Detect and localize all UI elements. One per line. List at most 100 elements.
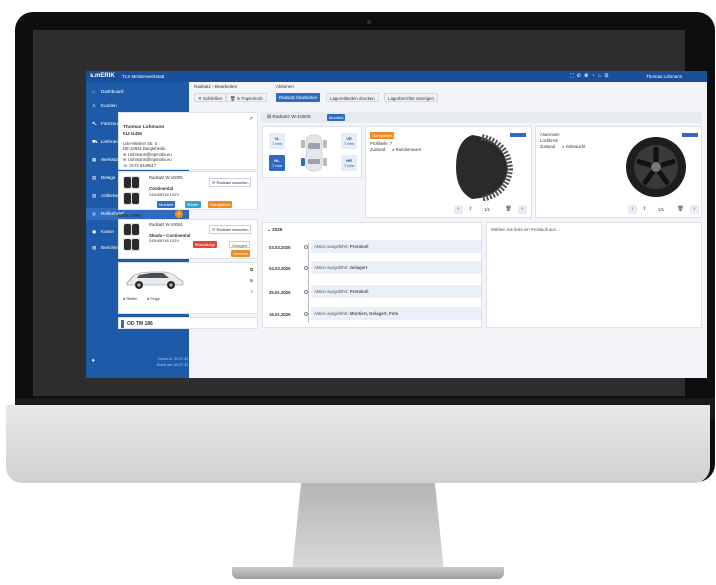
sidebar-item-dashboard[interactable]: ⌂ Dashboard — [86, 86, 189, 98]
toggle-icon[interactable]: ⏺ — [92, 358, 95, 364]
car-topview-icon — [301, 134, 327, 172]
tire-photo — [442, 131, 528, 201]
next-arrow-icon[interactable]: › — [518, 205, 527, 214]
list-icon[interactable]: ≡ — [251, 289, 253, 294]
prev-arrow-icon[interactable]: ‹ — [628, 205, 637, 214]
actions-title: Aktionen — [276, 84, 294, 89]
timeline-row[interactable]: 04.03.2025 Aktion ausgeführt: Gelagert — [267, 260, 487, 278]
tire-state-label: Zustand — [370, 147, 386, 152]
set-size: 245/45R18 102V — [149, 192, 180, 197]
email-row[interactable]: ✉ t.lohmann@topmotiv.eu — [123, 157, 172, 162]
change-set-button[interactable]: ⟳ Radsatz tauschen — [209, 225, 252, 234]
customer-card: ↗ Thomas Lohmann KU-11455 Lise-Meitner S… — [118, 112, 258, 170]
protocol-timeline: ⌄ 2025 03.03.2025 Aktion ausgeführt: Pro… — [262, 222, 482, 328]
tag-stored: Gelagert — [229, 241, 251, 248]
tag-all-season: Ganzjahres — [370, 132, 395, 139]
timeline-entry: Aktion ausgeführt: Montiert, Gelagert, F… — [311, 307, 481, 320]
image-pager: 1/1 — [658, 207, 665, 212]
calendar-icon: ▦ — [92, 157, 97, 162]
rim-state-label: Zustand — [540, 144, 556, 149]
tag-summer: Sommer — [231, 250, 251, 257]
timeline-row[interactable]: 16.01.2025 Aktion ausgeführt: Montiert, … — [267, 306, 487, 324]
prev-arrow-icon[interactable]: ‹ — [454, 205, 463, 214]
position-hr[interactable]: HR 7 mm — [341, 155, 357, 171]
set-brand: Continental — [149, 186, 174, 191]
monitor-foot — [232, 567, 504, 579]
sidebar-item-kunden[interactable]: ♙ Kunden — [86, 100, 189, 112]
timeline-year[interactable]: ⌄ 2025 — [267, 227, 282, 233]
tenant-selector[interactable]: TLS Meisterwerkstatt — [122, 74, 164, 79]
storage-reports-button[interactable]: Lagerberichte anzeigen — [384, 93, 438, 102]
sidebar-item-label: Kasse — [101, 229, 114, 234]
car-icon: ⛍ — [92, 121, 97, 126]
timeline-dot — [304, 245, 308, 249]
status-badge: Montiert — [327, 114, 346, 121]
application-window: s.mERIK TLS Meisterwerkstatt ⛶ ◴ ◍ ◔ ⌂ ⚙… — [86, 71, 707, 378]
eu-flag-icon — [121, 320, 124, 328]
rim-material: Aluminium — [540, 132, 560, 137]
camera-dot — [367, 20, 371, 24]
copy-icon[interactable]: ⧉ — [250, 267, 253, 272]
sidebar-item-label: Kunden — [101, 103, 117, 108]
timeline-row[interactable]: 25.01.2025 Aktion ausgeführt: Protokoll — [267, 284, 487, 302]
sidebar-item-label: Dashboard — [101, 89, 124, 94]
set-header-title: ⊞ Radsatz W-10005 — [267, 114, 311, 120]
next-arrow-icon[interactable]: › — [690, 205, 699, 214]
sidebar-item-label: Berichte — [101, 245, 118, 250]
legend-rim: ● Felge — [147, 297, 160, 301]
truck-icon: ⛟ — [92, 139, 98, 144]
customer-email: t.lohmann@topmotiv.eu — [127, 157, 172, 162]
customer-name[interactable]: Thomas Lohmann — [123, 125, 164, 130]
tire-state: ● Runderneuert — [392, 147, 422, 152]
tire-icon: ◎ — [92, 211, 97, 216]
customer-city: DE-22941 Bargteheide — [123, 146, 166, 151]
protocol-detail-panel: Wählen Sie links ein Protokoll aus ... — [486, 222, 702, 328]
position-vr[interactable]: VR 7 mm — [341, 133, 357, 149]
monitor-chin — [6, 405, 710, 483]
receipt-icon: ▤ — [92, 175, 97, 180]
print-labels-button[interactable]: Lageretiketten drucken — [326, 93, 379, 102]
close-button[interactable]: ✕ Schließen — [194, 93, 227, 102]
tire-set-icon — [123, 223, 140, 236]
trash-button[interactable]: 🗑 in Papierkorb — [226, 93, 267, 102]
external-link-icon[interactable]: ↗ — [249, 116, 253, 122]
timeline-date: 16.01.2025 — [269, 312, 291, 317]
legend-tire: ● Reifen — [123, 297, 138, 301]
timeline-row[interactable]: 03.03.2025 Aktion ausgeführt: Protokoll — [267, 239, 487, 257]
rim-info-card: Aluminium Lochkreis Zustand ● Gebraucht … — [535, 126, 702, 218]
position-hl[interactable]: HL 7 mm — [269, 155, 285, 171]
other-set-card: Radsatz W-10004 ⟳ Radsatz tauschen Skoda… — [118, 219, 258, 259]
footer-checkin: Check-in: 30.07.25 — [157, 357, 188, 361]
timeline-dot — [304, 290, 308, 294]
timeline-entry: Aktion ausgeführt: Protokoll — [311, 240, 481, 253]
car-image — [126, 271, 184, 289]
tire-set-icon — [123, 176, 140, 189]
sidebar-item-label: Belege — [101, 175, 116, 180]
app-logo[interactable]: s.mERIK — [90, 73, 115, 79]
breadcrumb: Radsatz › Bearbeiten — [194, 84, 238, 89]
position-vl[interactable]: VL 7 mm — [269, 133, 285, 149]
customer-phone: 0172 5449617 — [129, 163, 157, 168]
user-menu[interactable]: Thomas Lohmann — [646, 74, 682, 79]
tag-mounted: Montiert — [157, 201, 176, 208]
edit-set-button[interactable]: Radsatz bearbeiten — [276, 93, 321, 102]
tag-winter: Winter — [185, 201, 201, 208]
timeline-dot — [304, 312, 308, 316]
upload-icon[interactable]: ⇪ — [640, 205, 649, 214]
rim-photo — [616, 131, 700, 201]
change-set-button[interactable]: ⟳ Radsatz tauschen — [209, 178, 252, 187]
tag-damaged: Beschädigt — [193, 241, 217, 248]
notification-badge: 4 — [175, 210, 183, 218]
trash-icon[interactable]: 🗑 — [504, 205, 513, 214]
timeline-date: 25.01.2025 — [269, 290, 291, 295]
trash-icon[interactable]: 🗑 — [676, 205, 685, 214]
license-plate: OD TM 186 — [127, 321, 153, 327]
upload-icon[interactable]: ⇪ — [466, 205, 475, 214]
tire-info-card: Ganzjahres Profiltiefe: 7 Zustand ● Rund… — [365, 126, 532, 218]
phone-row[interactable]: ☏ 0172 5449617 — [123, 163, 156, 168]
box-icon: ▥ — [92, 193, 97, 198]
grid-icon[interactable]: ⊞ — [250, 278, 253, 283]
topbar-icons[interactable]: ⛶ ◴ ◍ ◔ ⌂ ⚙ — [570, 73, 610, 79]
plate-field[interactable]: OD TM 186 — [118, 317, 258, 329]
monitor-stand — [292, 483, 444, 571]
